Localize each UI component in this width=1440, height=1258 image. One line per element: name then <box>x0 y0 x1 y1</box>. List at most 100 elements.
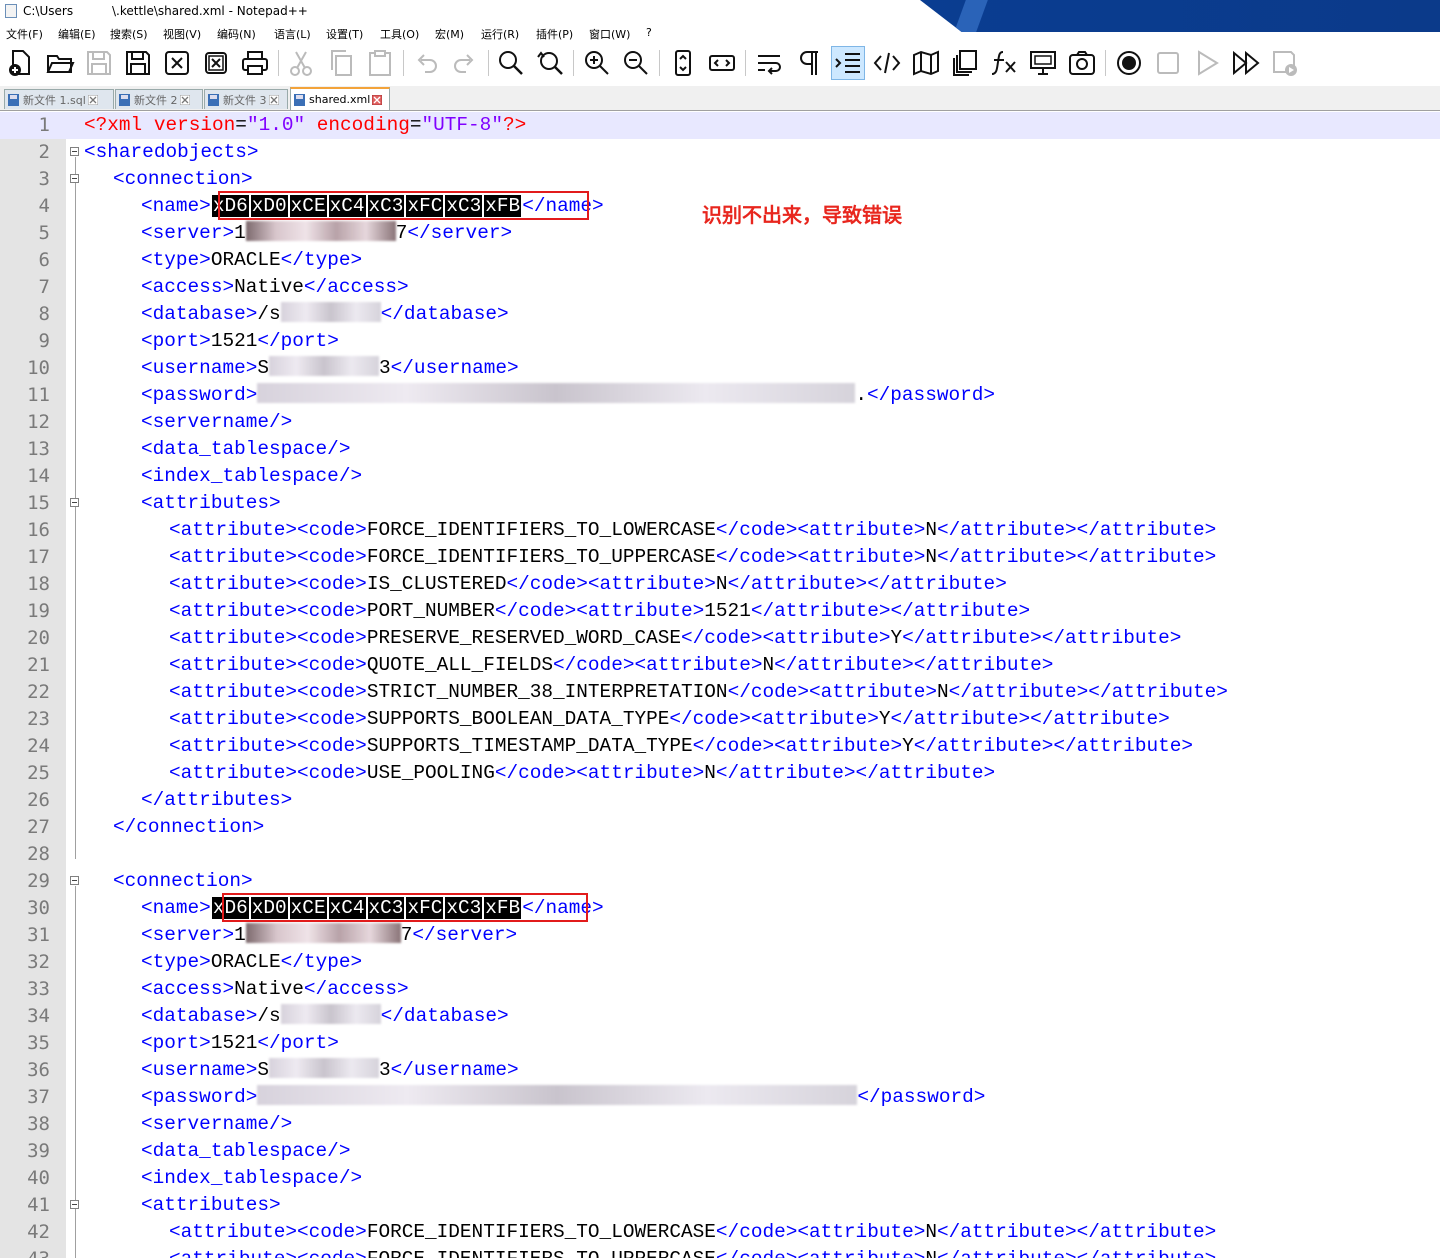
zoom-in-button[interactable] <box>580 46 614 80</box>
fold-toggle-icon[interactable] <box>70 498 79 507</box>
save-all-button[interactable] <box>121 46 155 80</box>
menu-view[interactable]: 视图(V) <box>163 26 201 42</box>
monitoring-button[interactable] <box>1065 46 1099 80</box>
menu-plugins[interactable]: 插件(P) <box>536 26 573 42</box>
close-tab-icon[interactable] <box>372 94 383 105</box>
xml-tag-button[interactable] <box>870 46 904 80</box>
fast-forward-icon <box>1233 50 1260 76</box>
clipboard-icon <box>369 50 391 76</box>
close-button[interactable] <box>160 46 194 80</box>
menu-encoding[interactable]: 编码(N) <box>217 26 256 42</box>
document-list-button[interactable] <box>948 46 982 80</box>
run-macro-multiple-button[interactable] <box>1229 46 1263 80</box>
code-line: 12 <servername/> <box>27 411 293 433</box>
code-line: 42 <attribute><code>FORCE_IDENTIFIERS_TO… <box>27 1221 1217 1243</box>
close-tab-icon[interactable] <box>268 94 279 105</box>
redacted-server <box>245 923 401 943</box>
redo-button[interactable] <box>448 46 482 80</box>
tab-new-file-3[interactable]: 新文件 3 <box>204 89 288 109</box>
map-icon <box>913 50 939 76</box>
code-line: 39 <data_tablespace/> <box>27 1140 351 1162</box>
code-line: 43 <attribute><code>FORCE_IDENTIFIERS_TO… <box>0 1246 1440 1258</box>
menu-edit[interactable]: 编辑(E) <box>58 26 96 42</box>
menu-file[interactable]: 文件(F) <box>6 26 43 42</box>
document-map-button[interactable] <box>909 46 943 80</box>
close-tab-icon[interactable] <box>87 94 98 105</box>
menu-run[interactable]: 运行(R) <box>481 26 519 42</box>
play-macro-button[interactable] <box>1190 46 1224 80</box>
indent-guide-button[interactable] <box>831 46 865 80</box>
sync-vertical-button[interactable] <box>666 46 700 80</box>
menu-help[interactable]: ? <box>646 26 652 39</box>
menu-settings[interactable]: 设置(T) <box>326 26 363 42</box>
menu-language[interactable]: 语言(L) <box>274 26 311 42</box>
code-tag-icon <box>873 52 901 74</box>
function-list-button[interactable] <box>987 46 1021 80</box>
menu-bar: 文件(F) 编辑(E) 搜索(S) 视图(V) 编码(N) 语言(L) 设置(T… <box>0 22 1440 42</box>
scissors-icon <box>290 51 312 76</box>
fold-toggle-icon[interactable] <box>70 876 79 885</box>
stop-macro-button[interactable] <box>1151 46 1185 80</box>
save-macro-icon <box>1273 51 1297 76</box>
redacted-database <box>280 302 381 322</box>
code-line: 37 <password> </password> <box>27 1085 986 1108</box>
pilcrow-icon <box>800 51 818 75</box>
word-wrap-icon <box>758 55 781 75</box>
redacted-username <box>269 1058 380 1078</box>
floppy-icon <box>8 93 19 106</box>
fold-toggle-icon[interactable] <box>70 174 79 183</box>
close-file-icon <box>165 51 189 75</box>
code-line: 31 <server>1 7</server> <box>27 923 518 946</box>
folder-workspace-button[interactable] <box>1026 46 1060 80</box>
close-all-button[interactable] <box>199 46 233 80</box>
new-file-button[interactable] <box>3 46 37 80</box>
window-title-path: C:\Users <box>23 4 74 18</box>
sync-horizontal-button[interactable] <box>705 46 739 80</box>
menu-tools[interactable]: 工具(O) <box>380 26 419 42</box>
print-button[interactable] <box>238 46 272 80</box>
open-file-button[interactable] <box>43 46 77 80</box>
code-line: 24 <attribute><code>SUPPORTS_TIMESTAMP_D… <box>27 735 1194 757</box>
tab-label: shared.xml <box>309 93 371 106</box>
code-line: 3 <connection> <box>38 168 253 190</box>
menu-search[interactable]: 搜索(S) <box>110 26 148 42</box>
record-macro-button[interactable] <box>1112 46 1146 80</box>
play-icon <box>1198 50 1219 76</box>
cut-button[interactable] <box>284 46 318 80</box>
code-line: 22 <attribute><code>STRICT_NUMBER_38_INT… <box>27 681 1228 703</box>
save-icon <box>87 51 111 75</box>
close-tab-icon[interactable] <box>179 94 190 105</box>
floppy-icon <box>119 93 130 106</box>
editor[interactable]: 1 <?xml version="1.0" encoding="UTF-8"?>… <box>0 112 1440 1258</box>
paste-button[interactable] <box>363 46 397 80</box>
code-line: 27 </connection> <box>27 816 265 838</box>
menu-macro[interactable]: 宏(M) <box>435 26 464 42</box>
code-line: 1 <?xml version="1.0" encoding="UTF-8"?> <box>0 112 1440 139</box>
redacted-password <box>257 383 856 403</box>
replace-button[interactable] <box>533 46 567 80</box>
code-line: 8 <database>/s </database> <box>38 302 509 325</box>
save-macro-button[interactable] <box>1268 46 1302 80</box>
menu-window[interactable]: 窗口(W) <box>589 26 630 42</box>
error-annotation: 识别不出来，导致错误 <box>702 203 902 227</box>
sync-horizontal-icon <box>709 55 735 71</box>
save-button[interactable] <box>82 46 116 80</box>
show-all-chars-button[interactable] <box>792 46 826 80</box>
tab-new-file-1[interactable]: 新文件 1.sql <box>4 89 114 109</box>
undo-button[interactable] <box>409 46 443 80</box>
function-icon <box>991 51 1016 75</box>
fold-toggle-icon[interactable] <box>70 147 79 156</box>
fold-toggle-icon[interactable] <box>70 1200 79 1209</box>
tab-new-file-2[interactable]: 新文件 2 <box>115 89 203 109</box>
word-wrap-button[interactable] <box>752 46 786 80</box>
find-replace-icon <box>537 51 563 75</box>
code-line: 16 <attribute><code>FORCE_IDENTIFIERS_TO… <box>27 519 1217 541</box>
code-line: 40 <index_tablespace/> <box>27 1167 363 1189</box>
code-line: 26 </attributes> <box>27 789 293 811</box>
find-button[interactable] <box>494 46 528 80</box>
redacted-server <box>245 221 396 241</box>
copy-button[interactable] <box>324 46 358 80</box>
tab-shared-xml[interactable]: shared.xml <box>290 87 390 110</box>
code-line: 14 <index_tablespace/> <box>27 465 363 487</box>
zoom-out-button[interactable] <box>619 46 653 80</box>
